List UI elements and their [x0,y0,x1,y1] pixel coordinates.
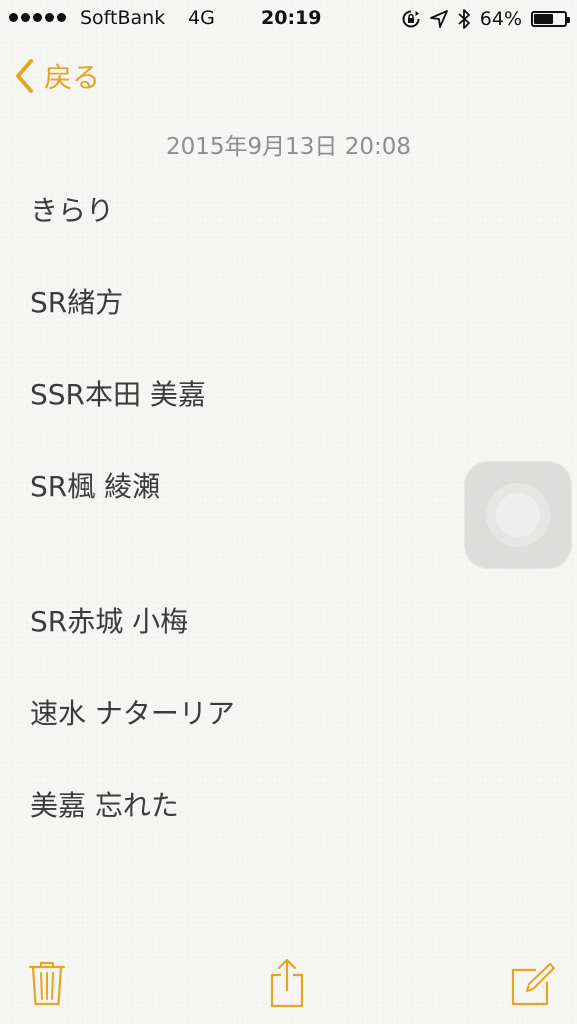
note-line: きらり [30,194,115,227]
battery-percent: 64% [479,8,522,30]
assistive-touch-button[interactable] [464,461,572,569]
compose-icon [511,963,555,1006]
carrier-name: SoftBank [80,7,166,29]
status-icons: 64% [401,6,570,32]
compose-button[interactable] [510,962,556,1006]
note-line: SR赤城 小梅 [30,605,189,638]
notes-screen: SoftBank 4G 20:19 64% 戻る 2015年9月13日 20:0… [0,0,577,1024]
trash-button[interactable] [28,960,66,1006]
share-button[interactable] [268,958,306,1008]
note-date: 2015年9月13日 20:08 [165,134,412,160]
back-button[interactable]: 戻る [14,56,100,96]
network-type: 4G [188,7,215,29]
note-line: 速水 ナターリア [30,697,235,730]
battery-icon [531,11,570,27]
note-line: 美嘉 忘れた [30,789,179,822]
location-arrow-icon [429,10,448,28]
status-time: 20:19 [261,7,322,29]
note-line: SR緒方 [30,286,124,319]
chevron-left-icon [16,59,33,93]
trash-icon [28,961,66,1006]
back-label: 戻る [44,61,101,94]
bluetooth-icon [458,9,470,29]
status-bar: SoftBank 4G 20:19 64% [0,0,577,38]
share-icon [270,958,304,1008]
note-line: SSR本田 美嘉 [30,378,206,411]
rotation-lock-icon [402,10,420,28]
signal-dots-icon [9,13,66,22]
note-line: SR楓 綾瀬 [30,470,161,503]
